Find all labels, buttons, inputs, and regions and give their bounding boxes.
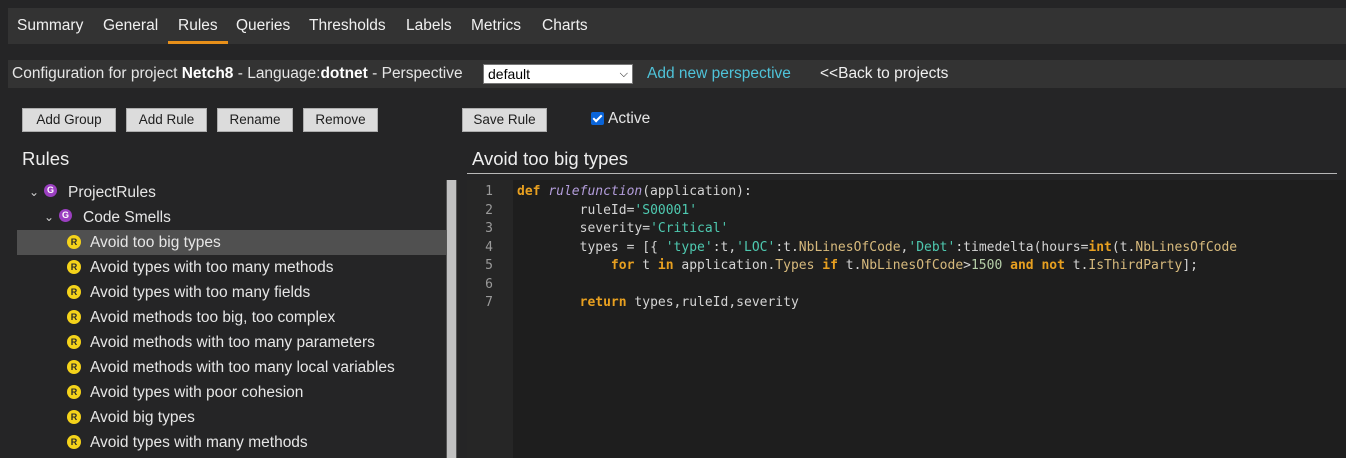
tab-charts[interactable]: Charts [542,8,588,44]
rule-badge-icon: R [67,285,81,299]
code-line: types = [{ 'type':t,'LOC':t.NbLinesOfCod… [579,239,1238,255]
tree-node-projectrules[interactable]: ⌄ G ProjectRules [17,180,446,205]
line-number: 6 [485,276,493,292]
rule-editor-title: Avoid too big types [472,148,628,169]
tab-queries[interactable]: Queries [236,8,290,44]
perspective-select[interactable]: default ⌵ [483,64,633,84]
tree-item-label: Avoid types with poor cohesion [90,384,304,401]
tab-summary[interactable]: Summary [17,8,83,44]
rule-badge-icon: R [67,335,81,349]
code-line: def rulefunction(application): [517,184,752,199]
language-name: dotnet [320,65,368,82]
save-rule-button[interactable]: Save Rule [462,108,547,132]
rename-button[interactable]: Rename [217,108,293,132]
rule-badge-icon: R [67,360,81,374]
line-number: 1 [485,184,493,199]
tree-item-label: Avoid types with too many methods [90,259,334,276]
code-editor[interactable]: 1 2 3 4 5 6 7 def rulefunction(applicati… [467,180,1346,458]
code-line: for t in application.Types if t.NbLinesO… [610,258,1198,273]
tree-item-label: Avoid methods with too many parameters [90,334,375,351]
code-line: return types,ruleId,severity [579,295,799,310]
add-group-button[interactable]: Add Group [22,108,116,132]
line-number: 5 [485,258,493,273]
tab-metrics[interactable]: Metrics [471,8,521,44]
add-perspective-link[interactable]: Add new perspective [647,60,791,88]
tree-item-label: Avoid too big types [90,234,221,251]
active-label: Active [608,110,651,127]
configuration-text: Configuration for project Netch8 - Langu… [12,65,463,82]
chevron-down-icon: ⌵ [619,68,628,80]
rule-badge-icon: R [67,310,81,324]
rule-badge-icon: R [67,410,81,424]
scrollbar-thumb[interactable] [447,180,456,458]
tree-node-label: Code Smells [83,209,171,226]
tree-item-rule[interactable]: R Avoid types with too many methods [17,255,446,280]
line-number: 7 [485,295,493,310]
tree-item-rule[interactable]: R Avoid types with many methods [17,430,446,455]
rule-badge-icon: R [67,235,81,249]
chevron-down-icon[interactable]: ⌄ [29,180,39,205]
tree-item-label: Avoid types with many methods [90,434,308,451]
tab-rules[interactable]: Rules [168,8,228,44]
tree-item-rule[interactable]: R Avoid big types [17,405,446,430]
tree-node-label: ProjectRules [68,184,156,201]
tab-labels[interactable]: Labels [406,8,452,44]
tab-thresholds[interactable]: Thresholds [309,8,386,44]
tree-item-rule[interactable]: R Avoid methods too big, too complex [17,305,446,330]
active-checkbox[interactable] [591,112,604,125]
rules-tree: ⌄ G ProjectRules ⌄ G Code Smells R Avoid… [17,180,446,458]
project-name: Netch8 [181,65,234,82]
group-badge-icon: G [59,209,72,222]
group-badge-icon: G [44,184,57,197]
tree-item-rule[interactable]: R Avoid methods with too many local vari… [17,355,446,380]
title-divider [467,173,1337,174]
add-rule-button[interactable]: Add Rule [126,108,207,132]
tree-item-label: Avoid methods too big, too complex [90,309,336,326]
tree-item-label: Avoid types with too many fields [90,284,311,301]
rule-badge-icon: R [67,260,81,274]
line-number: 3 [485,221,493,236]
tree-item-rule[interactable]: R Avoid types with too many fields [17,280,446,305]
tree-item-rule[interactable]: R Avoid too big types [17,230,446,255]
tab-general[interactable]: General [103,8,158,44]
tree-item-label: Avoid big types [90,409,195,426]
back-to-projects-link[interactable]: <<Back to projects [820,60,948,88]
top-nav-bar: Summary General Rules Queries Thresholds… [8,8,1346,44]
remove-button[interactable]: Remove [303,108,378,132]
line-number-gutter: 1 2 3 4 5 6 7 [467,180,513,458]
tree-node-code-smells[interactable]: ⌄ G Code Smells [17,205,446,230]
rule-badge-icon: R [67,385,81,399]
rule-badge-icon: R [67,435,81,449]
code-line: ruleId='S00001' [579,202,698,218]
tree-item-rule[interactable]: R Avoid methods with too many parameters [17,330,446,355]
rules-tree-scrollbar[interactable] [446,180,457,458]
configuration-bar: Configuration for project Netch8 - Langu… [8,60,1346,88]
line-number: 2 [485,202,493,218]
tree-item-rule[interactable]: R Avoid types with poor cohesion [17,380,446,405]
line-number: 4 [485,239,493,255]
rules-panel-title: Rules [22,148,70,169]
code-line: severity='Critical' [579,221,729,236]
tree-item-label: Avoid methods with too many local variab… [90,359,395,376]
chevron-down-icon[interactable]: ⌄ [44,205,54,230]
